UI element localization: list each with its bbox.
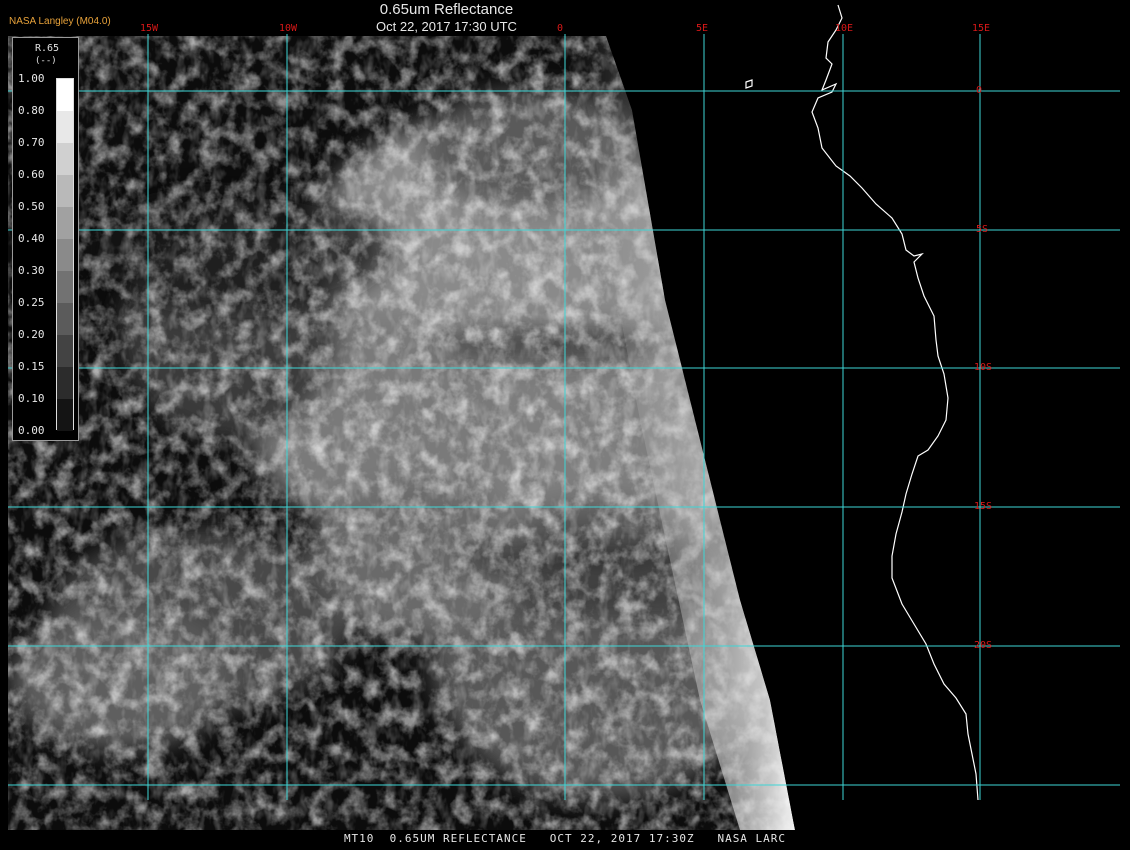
latitude-label: 5S <box>976 224 989 235</box>
satellite-image-viewer[interactable]: 15W 10W 0 5E 10E 15E 0 5S 10S 15S 20S 0.65um Refle… <box>0 0 1130 850</box>
latitude-label: 10S <box>974 362 993 373</box>
image-footer: MT10 0.65UM REFLECTANCE OCT 22, 2017 17:… <box>343 832 787 845</box>
map-timestamp: Oct 22, 2017 17:30 UTC <box>376 19 517 34</box>
colorbar-tick-label: 0.30 <box>18 264 45 277</box>
latitude-label: 20S <box>974 640 993 651</box>
colorbar-tick-label: 0.25 <box>18 296 45 309</box>
colorbar-swatch <box>57 175 73 207</box>
colorbar-swatch <box>57 143 73 175</box>
colorbar-tick-label: 0.20 <box>18 328 45 341</box>
earth-disk <box>8 36 795 830</box>
colorbar-swatch <box>57 111 73 143</box>
colorbar-swatch <box>57 271 73 303</box>
brand-label: NASA Langley (M04.0) <box>9 16 111 27</box>
colorbar-tick-label: 1.00 <box>18 72 45 85</box>
colorbar-tick-label: 0.60 <box>18 168 45 181</box>
colorbar-swatch <box>57 399 73 431</box>
colorbar-variable: R.65 <box>35 43 60 54</box>
colorbar-swatch <box>57 239 73 271</box>
colorbar-swatch <box>57 79 73 111</box>
latitude-label: 15S <box>974 501 993 512</box>
longitude-label: 15E <box>972 23 991 34</box>
colorbar-tick-label: 0.00 <box>18 424 45 437</box>
satellite-map[interactable] <box>0 0 1130 850</box>
colorbar-swatch <box>57 207 73 239</box>
colorbar-tick-label: 0.70 <box>18 136 45 149</box>
colorbar-swatches <box>56 78 74 431</box>
colorbar-tick-label: 0.50 <box>18 200 45 213</box>
colorbar-tick-label: 0.40 <box>18 232 45 245</box>
colorbar-tick-label: 0.15 <box>18 360 45 373</box>
colorbar-swatch <box>57 367 73 399</box>
colorbar-tick-label: 0.80 <box>18 104 45 117</box>
africa-coastline <box>745 4 979 801</box>
colorbar-swatch <box>57 335 73 367</box>
latitude-label: 0 <box>976 85 983 96</box>
map-title: 0.65um Reflectance <box>379 1 514 18</box>
colorbar-tick-label: 0.10 <box>18 392 45 405</box>
colorbar-legend-icon: R.65 (--) 1.00 0.80 0.70 0.60 0.50 0.40 0.30 0.… <box>12 37 79 441</box>
colorbar-unit: (--) <box>35 56 57 66</box>
colorbar-swatch <box>57 303 73 335</box>
